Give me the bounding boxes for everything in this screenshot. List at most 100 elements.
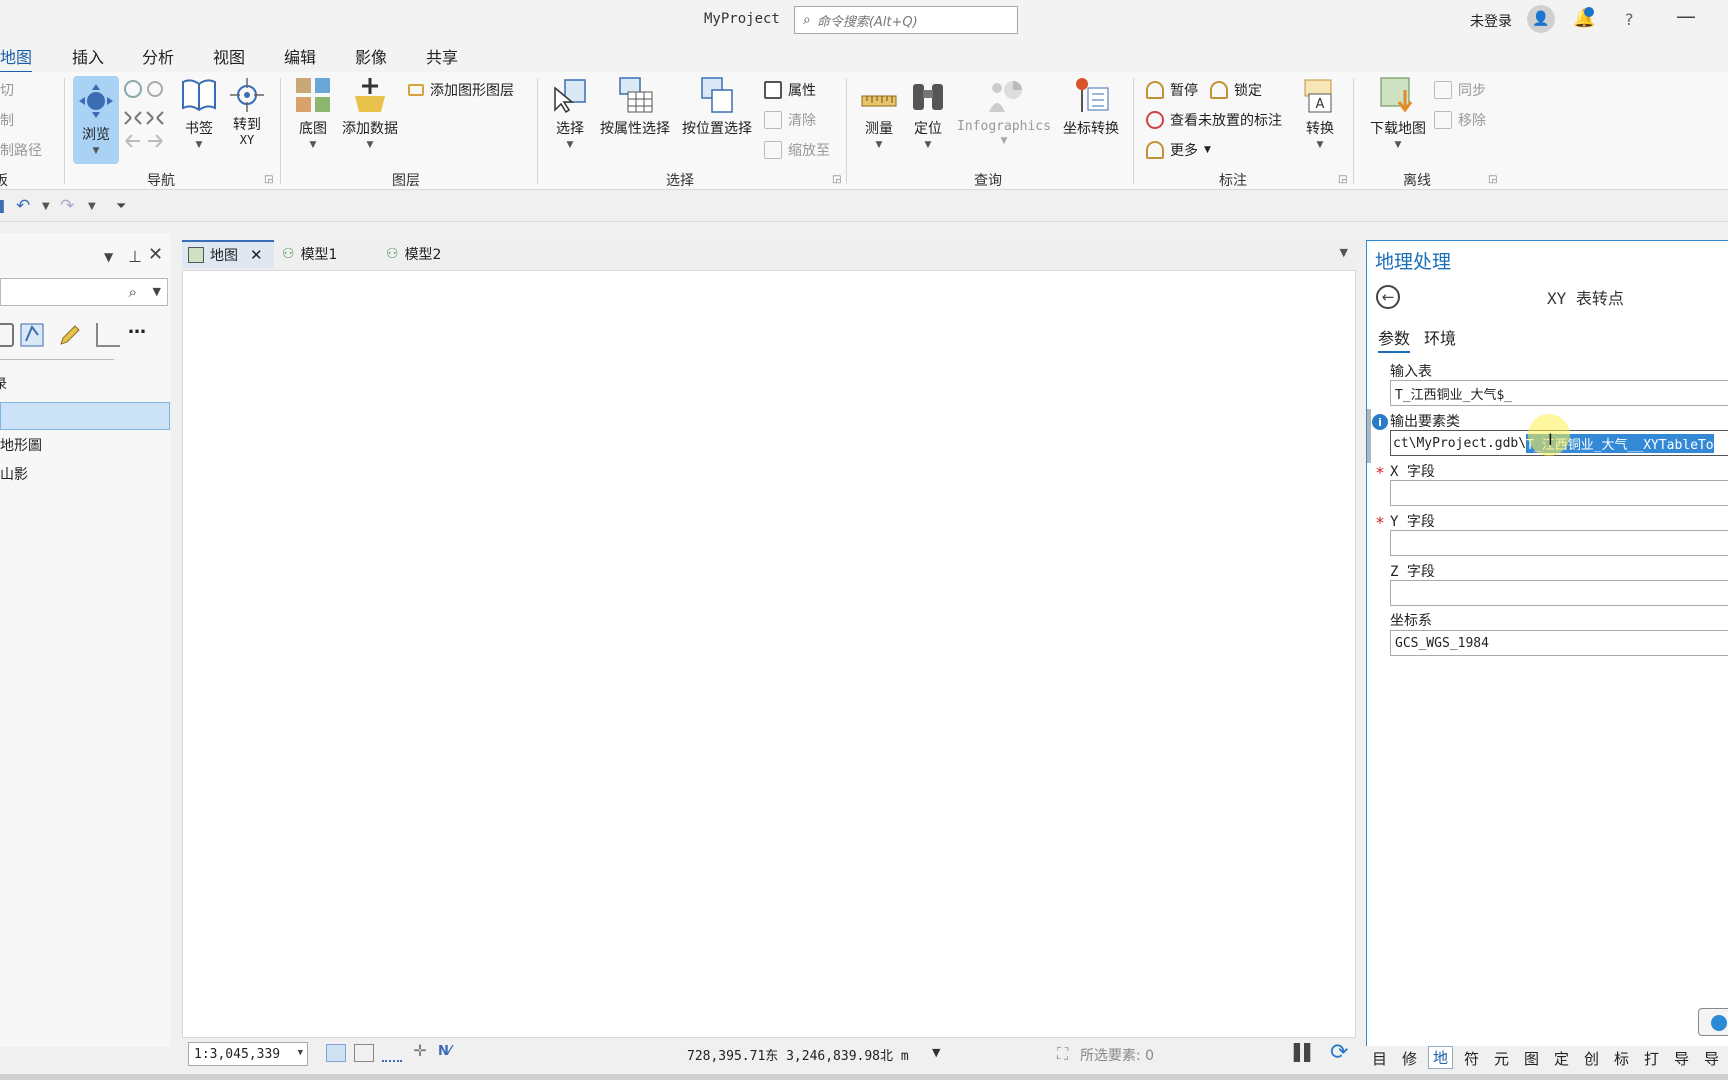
customize-toolbar-icon[interactable]: ⏷ (116, 199, 126, 214)
more-icon[interactable]: … (128, 317, 152, 341)
undo-icon[interactable]: ↶ (16, 196, 30, 216)
chevron-down-icon[interactable]: ▼ (1340, 246, 1348, 259)
scale-selector[interactable]: 1:3,045,339 ▼ (188, 1042, 308, 1066)
command-search-input[interactable]: ⌕ 命令搜索(Alt+Q) (794, 6, 1018, 34)
coordinate-conversion-button[interactable]: 坐标转换 (1058, 76, 1124, 138)
tab-edit[interactable]: 编辑 (284, 44, 316, 68)
chevron-down-icon[interactable]: ▼ (42, 201, 50, 212)
infographics-button[interactable]: Infographics ▼ (954, 76, 1054, 146)
north-arrow-icon[interactable]: N⁄ (438, 1044, 458, 1062)
redo-icon[interactable]: ↷ (60, 196, 74, 216)
z-field-input[interactable] (1390, 580, 1728, 606)
x-field-input[interactable] (1390, 480, 1728, 506)
locate-button[interactable]: 定位 ▼ (906, 76, 950, 150)
view-tab-model2[interactable]: ⚇ 模型2 (386, 240, 441, 268)
convert-labels-button[interactable]: A 转换 ▼ (1300, 76, 1340, 150)
tab-share[interactable]: 共享 (426, 44, 458, 68)
select-by-attributes-button[interactable]: 按属性选择 (598, 76, 672, 138)
select-button[interactable]: 选择 ▼ (548, 76, 592, 150)
pencil-icon[interactable] (58, 323, 82, 347)
close-icon[interactable]: ✕ (250, 246, 263, 264)
pause-labeling-button[interactable]: 暂停 (1146, 80, 1198, 100)
dialog-launcher-icon[interactable]: ◲ (1488, 174, 1497, 185)
tab-map[interactable]: 地图 (0, 44, 33, 73)
pin-icon[interactable]: ⊥ (128, 247, 142, 266)
goto-xy-button[interactable]: 转到 XY (226, 76, 268, 148)
correction-icon[interactable] (382, 1044, 402, 1062)
polygon-icon[interactable] (20, 323, 44, 347)
dock-tab[interactable]: 导 (1674, 1048, 1689, 1069)
dock-tab[interactable]: 创 (1584, 1048, 1599, 1069)
login-status[interactable]: 未登录 (1470, 11, 1512, 31)
add-data-button[interactable]: 添加数据 ▼ (338, 76, 402, 150)
dock-tab[interactable]: 目 (1372, 1048, 1387, 1069)
dock-tab[interactable]: 图 (1524, 1048, 1539, 1069)
refresh-icon[interactable]: ⟳ (1330, 1040, 1348, 1065)
dock-tab[interactable]: 修 (1402, 1048, 1417, 1069)
chevron-down-icon[interactable]: ▼ (153, 285, 161, 298)
select-by-location-button[interactable]: 按位置选择 (680, 76, 754, 138)
close-icon[interactable]: ✕ (148, 244, 163, 265)
minimize-button[interactable]: — (1676, 4, 1696, 28)
layer-item-topographic[interactable]: 地形圖 (0, 431, 170, 459)
map-canvas[interactable] (182, 270, 1356, 1038)
chevron-down-icon[interactable]: ▼ (932, 1046, 940, 1059)
view-unplaced-labels-button[interactable]: 查看未放置的标注 (1146, 110, 1282, 130)
user-avatar-icon[interactable]: 👤 (1527, 5, 1555, 33)
dock-tab-geoprocessing[interactable]: 地 (1428, 1046, 1454, 1069)
remove-offline-button[interactable]: 移除 (1434, 110, 1486, 130)
view-tab-map[interactable]: 地图 ✕ (182, 240, 274, 268)
y-field-input[interactable] (1390, 530, 1728, 556)
chevron-down-icon[interactable]: ▼ (104, 250, 113, 264)
dock-tab[interactable]: 标 (1614, 1048, 1629, 1069)
tab-view[interactable]: 视图 (213, 44, 245, 68)
grid-icon[interactable] (354, 1044, 374, 1062)
measure-button[interactable]: 测量 ▼ (856, 76, 902, 150)
cut-button[interactable]: 剪切 (0, 80, 14, 100)
explore-button[interactable]: 浏览 ▼ (73, 76, 119, 164)
tab-parameters[interactable]: 参数 (1378, 325, 1411, 353)
add-graphics-layer-button[interactable]: 添加图形图层 (408, 80, 514, 100)
contents-search-input[interactable]: ⌕ ▼ (0, 278, 168, 306)
dock-tab[interactable]: 导 (1704, 1048, 1719, 1069)
layer-item-hillshade[interactable]: 山影 (0, 460, 170, 488)
run-button[interactable] (1698, 1008, 1728, 1036)
coordinate-system-field[interactable]: GCS_WGS_1984 (1390, 630, 1728, 656)
back-arrow-icon[interactable]: ← (1376, 285, 1400, 309)
help-icon[interactable]: ? (1625, 10, 1634, 29)
pause-drawing-icon[interactable]: ▌▌ (1294, 1043, 1317, 1062)
info-icon[interactable]: i (1372, 414, 1388, 430)
zoom-to-selection-button[interactable]: 缩放至 (764, 140, 830, 160)
snapping-icon[interactable] (326, 1044, 346, 1062)
dialog-launcher-icon[interactable]: ◲ (264, 174, 273, 185)
tab-analysis[interactable]: 分析 (142, 44, 174, 68)
navigation-tools-icon[interactable] (122, 78, 166, 162)
basemap-button[interactable]: 底图 ▼ (290, 76, 336, 150)
bookmarks-button[interactable]: 书签 ▼ (178, 76, 220, 150)
layout-icon[interactable] (96, 323, 120, 347)
input-table-field[interactable]: T_江西铜业_大气$_ (1390, 380, 1728, 406)
tab-environments[interactable]: 环境 (1424, 325, 1456, 349)
database-icon[interactable] (0, 323, 14, 347)
dialog-launcher-icon[interactable]: ◲ (832, 174, 841, 185)
tab-imagery[interactable]: 影像 (355, 44, 387, 68)
copy-button[interactable]: 复制 (0, 110, 14, 130)
layer-item-map[interactable] (0, 402, 170, 430)
dock-tab[interactable]: 元 (1494, 1048, 1509, 1069)
save-icon[interactable]: ▮ (0, 196, 5, 216)
dock-tab[interactable]: 定 (1554, 1048, 1569, 1069)
more-labeling-button[interactable]: 更多 ▼ (1146, 140, 1211, 160)
copy-path-button[interactable]: 复制路径 (0, 140, 42, 160)
attributes-button[interactable]: 属性 (764, 80, 816, 100)
clear-selection-button[interactable]: 清除 (764, 110, 816, 130)
view-tab-model1[interactable]: ⚇ 模型1 (282, 240, 337, 268)
chevron-down-icon[interactable]: ▼ (88, 201, 96, 212)
download-map-button[interactable]: 下载地图 ▼ (1366, 76, 1430, 150)
sync-button[interactable]: 同步 (1434, 80, 1486, 100)
dialog-launcher-icon[interactable]: ◲ (1338, 174, 1347, 185)
dock-tab[interactable]: 符 (1464, 1048, 1479, 1069)
lock-labeling-button[interactable]: 锁定 (1210, 80, 1262, 100)
constraint-icon[interactable]: ✛ (410, 1041, 430, 1060)
dock-tab[interactable]: 打 (1644, 1048, 1659, 1069)
tab-insert[interactable]: 插入 (72, 44, 104, 68)
